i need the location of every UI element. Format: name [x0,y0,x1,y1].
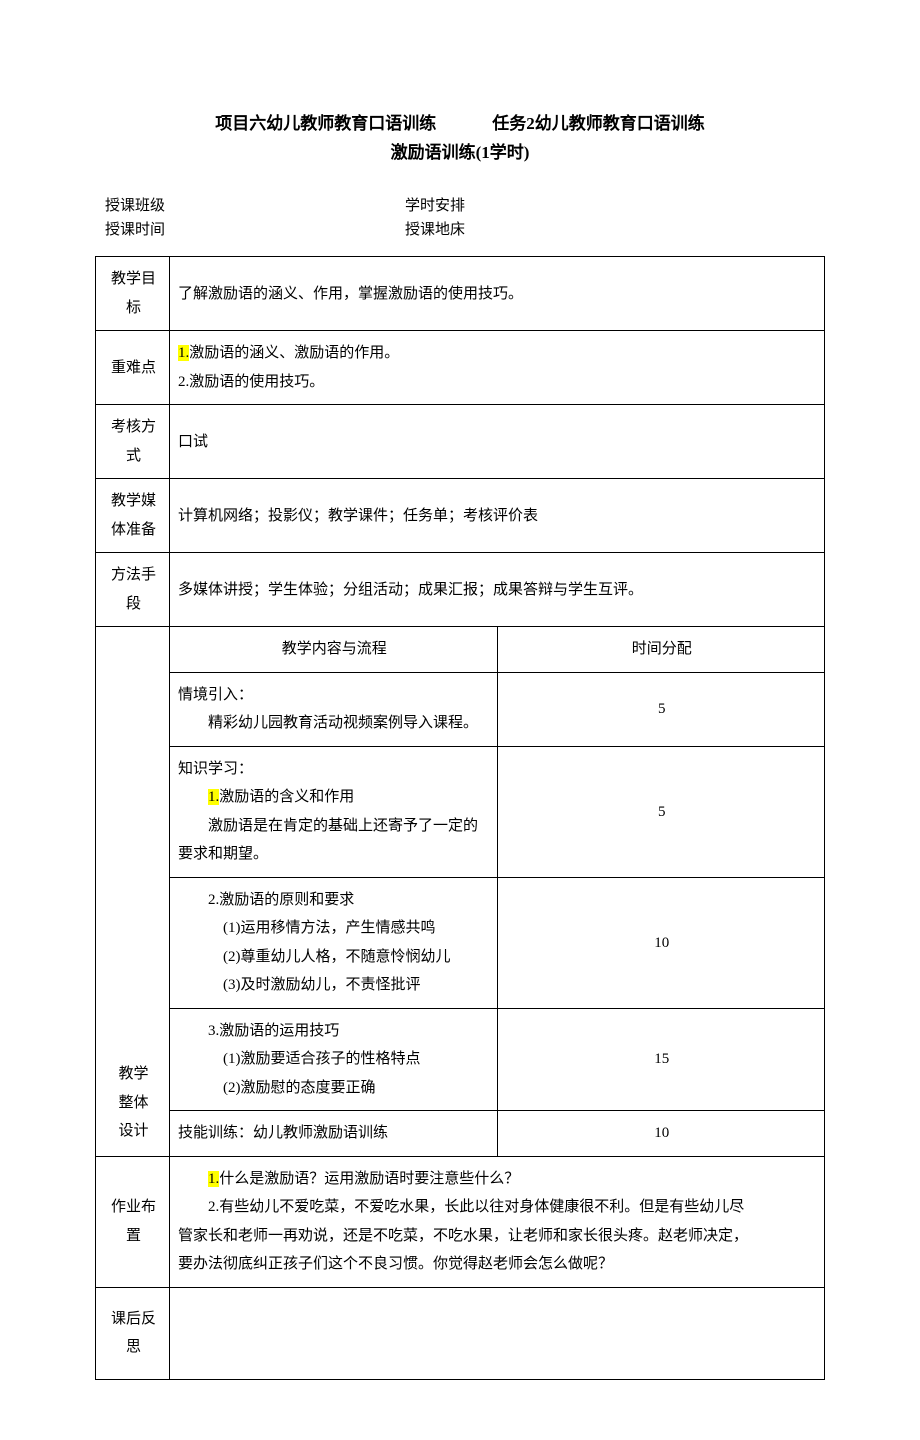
title-block: 项目六幼儿教师教育口语训练 任务2幼儿教师教育口语训练 激励语训练(1学时) [95,110,825,166]
sec2-l2-text: 激励语的含义和作用 [219,789,354,805]
row-reflect: 课后反思 [96,1287,825,1379]
sec3-l2: (1)运用移情方法，产生情感共鸣 [178,914,491,943]
design-label-l2: 整体 [104,1089,163,1118]
media-value: 计算机网络；投影仪；教学课件；任务单；考核评价表 [170,479,825,553]
sec3-l4: (3)及时激励幼儿，不责怪批评 [178,971,491,1000]
row-method: 方法手 段 多媒体讲授；学生体验；分组活动；成果汇报；成果答辩与学生互评。 [96,553,825,627]
title-right: 任务2幼儿教师教育口语训练 [492,110,705,137]
difficulty-line-2: 2.激励语的使用技巧。 [178,368,818,397]
meta-row-2: 授课时间 授课地床 [105,218,815,242]
sec1-l2: 精彩幼儿园教育活动视频案例导入课程。 [178,709,491,738]
title-row-1: 项目六幼儿教师教育口语训练 任务2幼儿教师教育口语训练 [95,110,825,137]
reflect-content [170,1287,825,1379]
sec3-time: 10 [497,877,825,1008]
row-sec3: 2.激励语的原则和要求 (1)运用移情方法，产生情感共鸣 (2)尊重幼儿人格，不… [96,877,825,1008]
media-label-l1: 教学媒 [104,487,163,516]
sec5-l1: 技能训练：幼儿教师激励语训练 [178,1119,491,1148]
lesson-plan-page: 项目六幼儿教师教育口语训练 任务2幼儿教师教育口语训练 激励语训练(1学时) 授… [0,0,920,1440]
sec2-l2: 1.激励语的含义和作用 [178,783,491,812]
sec4-l2: (1)激励要适合孩子的性格特点 [178,1045,491,1074]
sec4-time: 15 [497,1008,825,1111]
meta-block: 授课班级 学时安排 授课时间 授课地床 [105,194,815,242]
design-label-l1: 教学 [104,1060,163,1089]
sec4-l3: (2)激励慰的态度要正确 [178,1074,491,1103]
meta-place-label: 授课地床 [405,218,465,242]
row-goal: 教学目标 了解激励语的涵义、作用，掌握激励语的使用技巧。 [96,257,825,331]
sec1-l1: 情境引入： [178,681,491,710]
sec1-time: 5 [497,672,825,746]
sec2-time: 5 [497,746,825,877]
row-sec2: 知识学习： 1.激励语的含义和作用 激励语是在肯定的基础上还寄予了一定的要求和期… [96,746,825,877]
sec2-l1: 知识学习： [178,755,491,784]
row-media: 教学媒 体准备 计算机网络；投影仪；教学课件；任务单；考核评价表 [96,479,825,553]
row-sec1: 情境引入： 精彩幼儿园教育活动视频案例导入课程。 5 [96,672,825,746]
meta-hours-label: 学时安排 [405,194,465,218]
hw-l2: 2.有些幼儿不爱吃菜，不爱吃水果，长此以往对身体健康很不利。但是有些幼儿尽 [178,1193,818,1222]
method-label-l1: 方法手 [104,561,163,590]
goal-value: 了解激励语的涵义、作用，掌握激励语的使用技巧。 [170,257,825,331]
meta-time-label: 授课时间 [105,218,405,242]
reflect-label: 课后反思 [96,1287,170,1379]
homework-label: 作业布置 [96,1156,170,1287]
sec3-content: 2.激励语的原则和要求 (1)运用移情方法，产生情感共鸣 (2)尊重幼儿人格，不… [170,877,498,1008]
difficulty-value: 1.激励语的涵义、激励语的作用。 2.激励语的使用技巧。 [170,331,825,405]
media-label: 教学媒 体准备 [96,479,170,553]
highlight-marker: 1. [178,345,189,361]
title-left: 项目六幼儿教师教育口语训练 [215,110,436,137]
title-subtitle: 激励语训练(1学时) [95,139,825,166]
sec5-content: 技能训练：幼儿教师激励语训练 [170,1111,498,1157]
hw-l3: 管家长和老师一再劝说，还是不吃菜，不吃水果，让老师和家长很头疼。赵老师决定， [178,1222,818,1251]
sec4-l1: 3.激励语的运用技巧 [178,1017,491,1046]
homework-content: 1.什么是激励语？运用激励语时要注意些什么？ 2.有些幼儿不爱吃菜，不爱吃水果，… [170,1156,825,1287]
design-label: 教学 整体 设计 [96,627,170,1157]
row-assess: 考核方式 口试 [96,405,825,479]
difficulty-line-1: 1.激励语的涵义、激励语的作用。 [178,339,818,368]
row-difficulty: 重难点 1.激励语的涵义、激励语的作用。 2.激励语的使用技巧。 [96,331,825,405]
sec2-l3: 激励语是在肯定的基础上还寄予了一定的要求和期望。 [178,812,491,869]
content-header: 教学内容与流程 [170,627,498,673]
time-header: 时间分配 [497,627,825,673]
sec2-content: 知识学习： 1.激励语的含义和作用 激励语是在肯定的基础上还寄予了一定的要求和期… [170,746,498,877]
method-label: 方法手 段 [96,553,170,627]
row-homework: 作业布置 1.什么是激励语？运用激励语时要注意些什么？ 2.有些幼儿不爱吃菜，不… [96,1156,825,1287]
hw-l1-text: 什么是激励语？运用激励语时要注意些什么？ [219,1171,519,1187]
difficulty-label: 重难点 [96,331,170,405]
difficulty-line-1-text: 激励语的涵义、激励语的作用。 [189,345,399,361]
hw-l4: 要办法彻底纠正孩子们这个不良习惯。你觉得赵老师会怎么做呢？ [178,1250,818,1279]
meta-row-1: 授课班级 学时安排 [105,194,815,218]
meta-class-label: 授课班级 [105,194,405,218]
media-label-l2: 体准备 [104,516,163,545]
design-label-l3: 设计 [104,1117,163,1146]
sec1-content: 情境引入： 精彩幼儿园教育活动视频案例导入课程。 [170,672,498,746]
row-design-header: 教学 整体 设计 教学内容与流程 时间分配 [96,627,825,673]
sec3-l1: 2.激励语的原则和要求 [178,886,491,915]
sec5-time: 10 [497,1111,825,1157]
method-value: 多媒体讲授；学生体验；分组活动；成果汇报；成果答辩与学生互评。 [170,553,825,627]
sec4-content: 3.激励语的运用技巧 (1)激励要适合孩子的性格特点 (2)激励慰的态度要正确 [170,1008,498,1111]
sec3-l3: (2)尊重幼儿人格，不随意怜悯幼儿 [178,943,491,972]
goal-label: 教学目标 [96,257,170,331]
highlight-marker: 1. [208,789,219,805]
assess-value: 口试 [170,405,825,479]
row-sec5: 技能训练：幼儿教师激励语训练 10 [96,1111,825,1157]
method-label-l2: 段 [104,590,163,619]
highlight-marker: 1. [208,1171,219,1187]
assess-label: 考核方式 [96,405,170,479]
row-sec4: 3.激励语的运用技巧 (1)激励要适合孩子的性格特点 (2)激励慰的态度要正确 … [96,1008,825,1111]
lesson-table: 教学目标 了解激励语的涵义、作用，掌握激励语的使用技巧。 重难点 1.激励语的涵… [95,256,825,1380]
hw-l1: 1.什么是激励语？运用激励语时要注意些什么？ [178,1165,818,1194]
